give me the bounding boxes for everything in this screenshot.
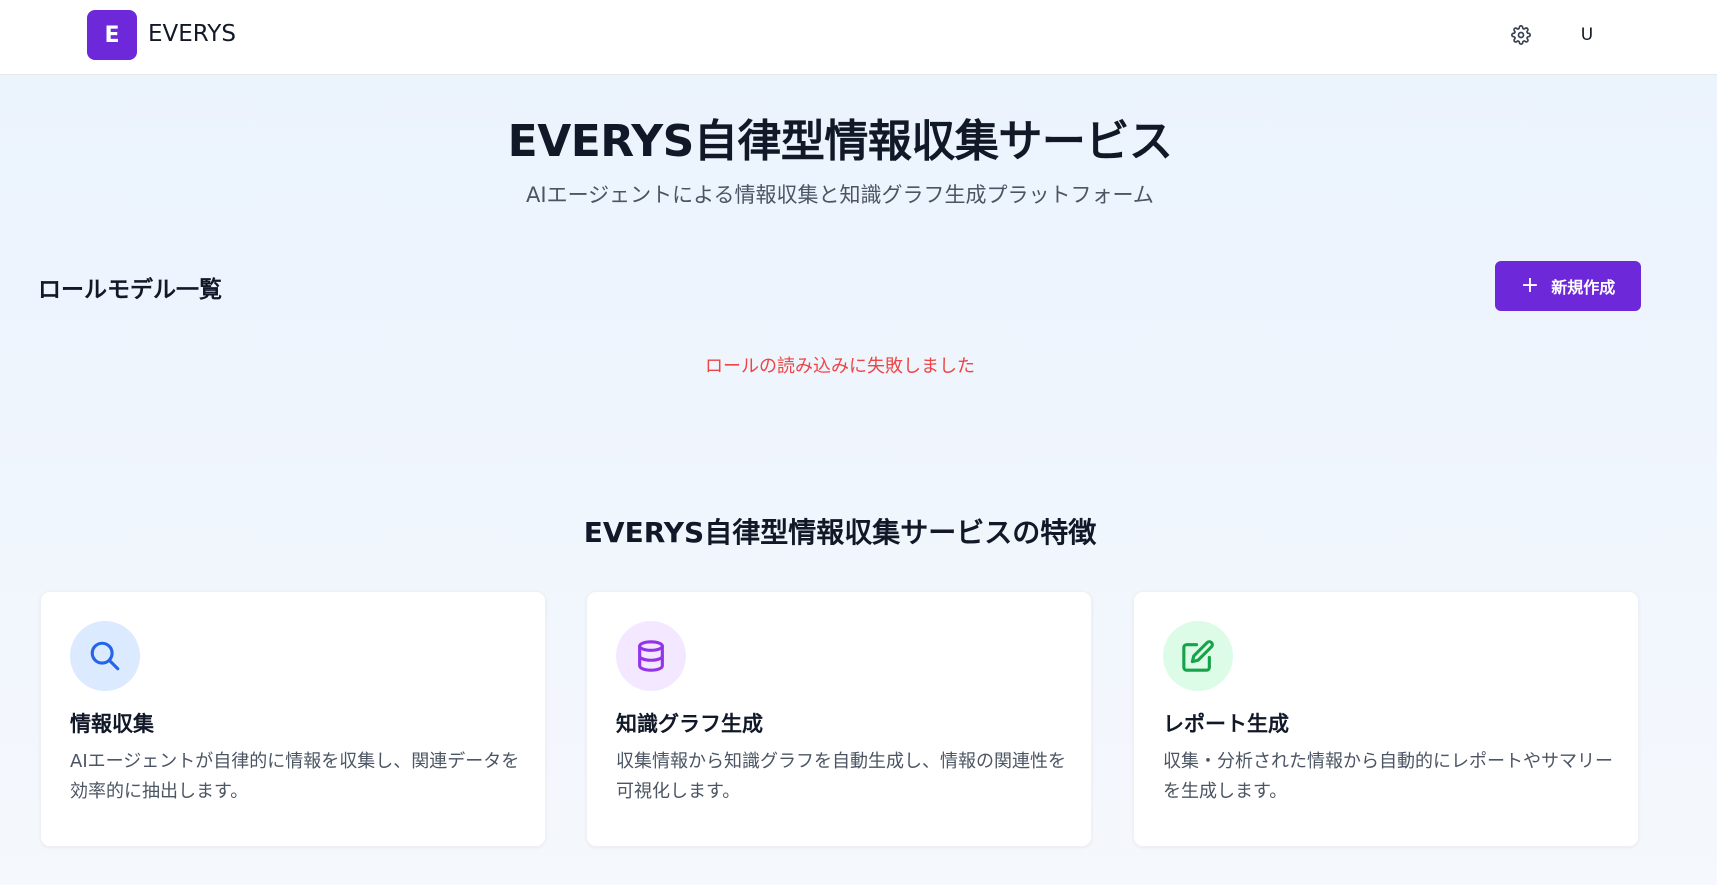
logo[interactable]: E: [87, 10, 137, 60]
gear-icon: [1511, 25, 1531, 45]
top-navbar: E EVERYS U: [0, 0, 1717, 75]
user-avatar[interactable]: U: [1572, 20, 1602, 50]
feature-title: 知識グラフ生成: [616, 712, 763, 736]
plus-icon: +: [1520, 273, 1540, 298]
main-content: EVERYS自律型情報収集サービス AIエージェントによる情報収集と知識グラフ生…: [0, 75, 1717, 885]
role-list-heading: ロールモデル一覧: [38, 277, 222, 303]
error-message: ロールの読み込みに失敗しました: [705, 356, 975, 377]
settings-button[interactable]: [1510, 24, 1532, 46]
edit-icon: [1182, 640, 1214, 672]
feature-description: 収集情報から知識グラフを自動生成し、情報の関連性を可視化します。: [616, 751, 1066, 802]
feature-title: レポート生成: [1163, 712, 1289, 736]
edit-icon-badge: [1163, 621, 1233, 691]
feature-description: 収集・分析された情報から自動的にレポートやサマリーを生成します。: [1163, 751, 1613, 802]
create-new-button[interactable]: + 新規作成: [1495, 261, 1641, 311]
create-new-label: 新規作成: [1551, 278, 1616, 297]
database-icon-badge: [616, 621, 686, 691]
feature-description: AIエージェントが自律的に情報を収集し、関連データを効率的に抽出します。: [70, 751, 520, 802]
search-icon-badge: [70, 621, 140, 691]
features-heading: EVERYS自律型情報収集サービスの特徴: [583, 516, 1097, 549]
database-icon: [638, 640, 664, 672]
feature-card-report: レポート生成 収集・分析された情報から自動的にレポートやサマリーを生成します。: [1133, 591, 1639, 847]
search-icon: [90, 641, 120, 671]
feature-card-knowledge-graph: 知識グラフ生成 収集情報から知識グラフを自動生成し、情報の関連性を可視化します。: [586, 591, 1092, 847]
feature-title: 情報収集: [70, 712, 154, 736]
brand-name[interactable]: EVERYS: [148, 21, 236, 47]
page-title: EVERYS自律型情報収集サービス: [507, 116, 1173, 167]
page-subtitle: AIエージェントによる情報収集と知識グラフ生成プラットフォーム: [526, 183, 1154, 207]
feature-card-collection: 情報収集 AIエージェントが自律的に情報を収集し、関連データを効率的に抽出します…: [40, 591, 546, 847]
